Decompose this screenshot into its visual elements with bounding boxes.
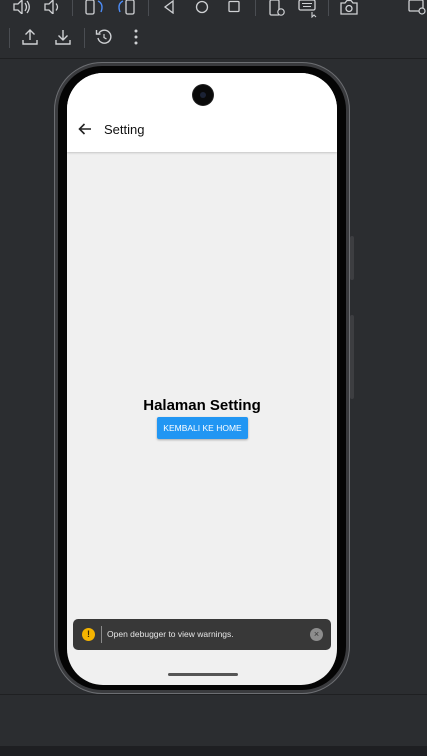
status-strip xyxy=(0,746,427,756)
toolbar-separator xyxy=(148,0,149,16)
toast-divider xyxy=(101,626,102,643)
window-icon[interactable] xyxy=(408,0,427,16)
volume-button[interactable] xyxy=(350,315,354,399)
home-indicator[interactable] xyxy=(168,673,238,676)
warning-icon: ! xyxy=(82,628,95,641)
rotate-left-icon[interactable] xyxy=(84,0,106,16)
close-icon[interactable]: × xyxy=(310,628,323,641)
device-screen: Setting Halaman Setting KEMBALI KE HOME … xyxy=(67,73,337,685)
toolbar-separator xyxy=(72,0,73,16)
restore-icon[interactable] xyxy=(95,28,113,46)
more-vertical-icon[interactable] xyxy=(132,28,140,46)
overview-icon[interactable] xyxy=(227,0,241,14)
emulator-bottom-panel xyxy=(0,694,427,747)
fold-icon[interactable] xyxy=(268,0,286,18)
power-button[interactable] xyxy=(350,236,354,280)
front-camera xyxy=(193,85,213,105)
page-title: Setting xyxy=(104,122,145,137)
back-arrow-icon[interactable] xyxy=(77,121,93,137)
debugger-warning-toast[interactable]: ! Open debugger to view warnings. × xyxy=(73,619,331,650)
rotate-right-icon[interactable] xyxy=(116,0,138,16)
emulator-toolbar xyxy=(0,0,427,20)
toolbar-separator xyxy=(84,28,85,48)
volume-up-icon[interactable] xyxy=(12,0,32,14)
upload-icon[interactable] xyxy=(21,28,39,46)
keyboard-icon[interactable] xyxy=(298,0,318,18)
home-icon[interactable] xyxy=(195,0,209,14)
camera-icon[interactable] xyxy=(340,0,358,16)
toolbar-separator xyxy=(255,0,256,16)
toolbar-separator xyxy=(9,28,10,48)
toast-message: Open debugger to view warnings. xyxy=(107,629,234,639)
volume-down-icon[interactable] xyxy=(43,0,61,14)
emulator-secondary-toolbar xyxy=(0,20,427,59)
toolbar-separator xyxy=(328,0,329,16)
app-bar: Setting xyxy=(67,73,337,152)
content-heading: Halaman Setting xyxy=(143,397,261,414)
download-icon[interactable] xyxy=(54,28,72,46)
back-icon[interactable] xyxy=(162,0,176,14)
back-to-home-button[interactable]: KEMBALI KE HOME xyxy=(157,417,248,439)
